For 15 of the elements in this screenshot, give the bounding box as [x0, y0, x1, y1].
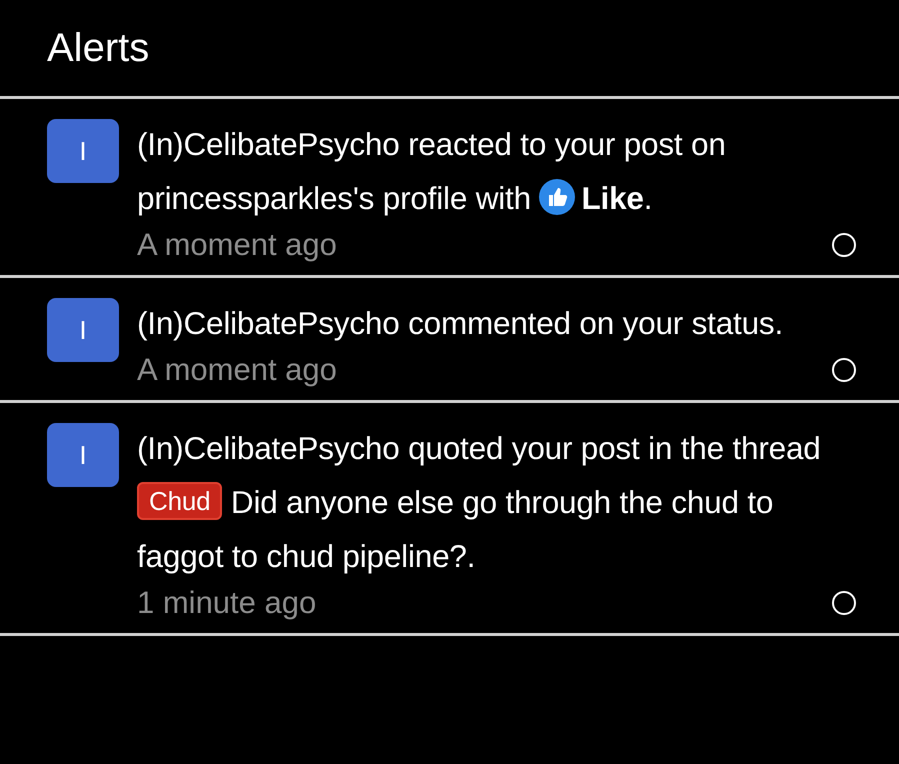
mark-read-icon[interactable] — [832, 358, 856, 382]
avatar[interactable]: I — [47, 119, 119, 183]
prefix-tag: Chud — [137, 482, 222, 520]
alert-text[interactable]: (In)CelibatePsycho reacted to your post on princessparkles's profile with Like. — [137, 117, 859, 225]
page-title: Alerts — [47, 25, 150, 72]
alert-text[interactable]: (In)CelibatePsycho commented on your status. — [137, 296, 859, 350]
thumbs-up-icon — [539, 179, 576, 215]
mark-read-icon[interactable] — [832, 233, 856, 257]
avatar[interactable]: I — [47, 298, 119, 362]
alert-time: A moment ago — [137, 226, 337, 264]
mark-read-icon[interactable] — [832, 591, 856, 615]
alert-time: 1 minute ago — [137, 584, 316, 622]
alert-time: A moment ago — [137, 351, 337, 389]
alert-text[interactable]: (In)CelibatePsycho quoted your post in the thread Chud Did anyone else go through the chud to faggot to chud pipeline?. — [137, 421, 859, 583]
avatar[interactable]: I — [47, 423, 119, 487]
